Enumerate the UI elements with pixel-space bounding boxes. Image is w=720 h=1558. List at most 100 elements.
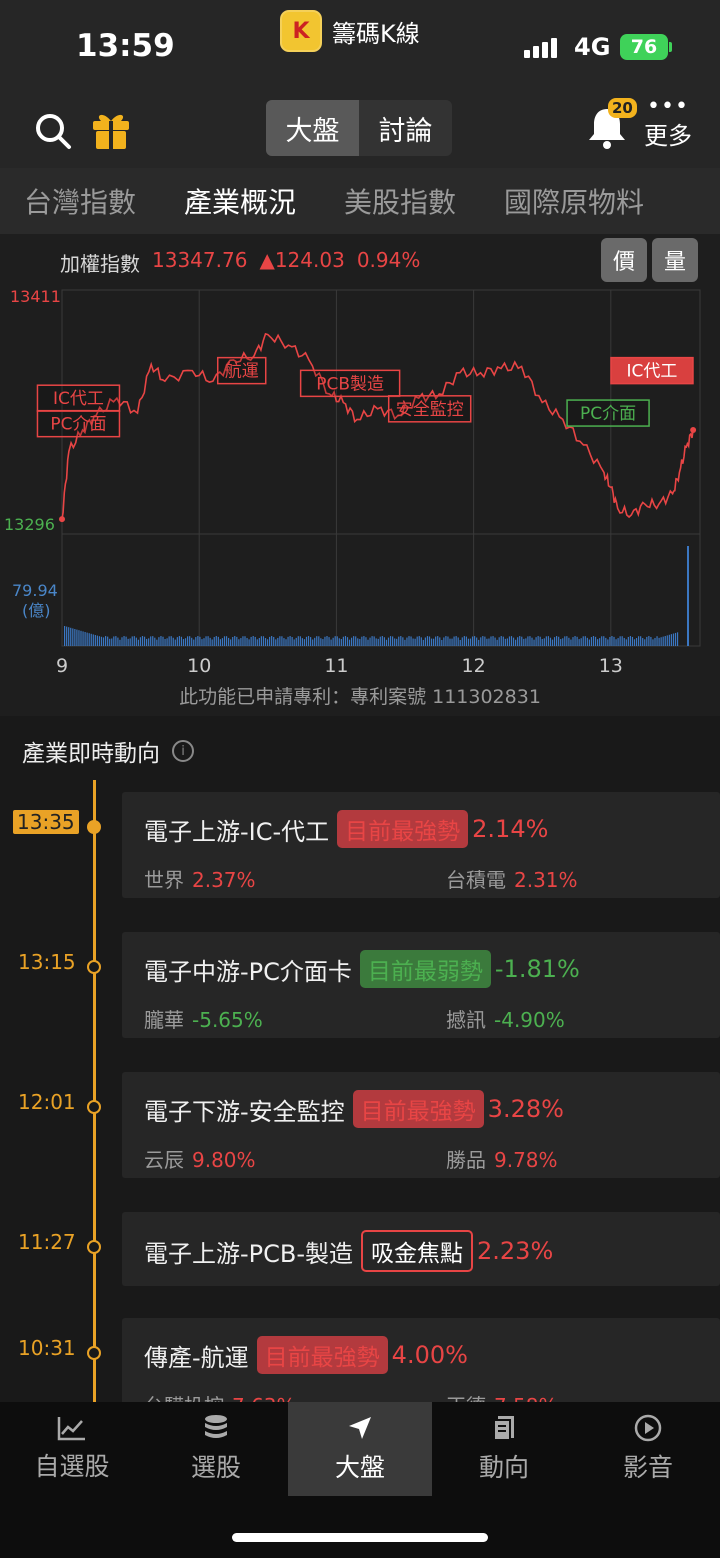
volume-bar — [535, 637, 537, 646]
volume-bar — [424, 637, 426, 646]
bottom-tab-label: 影音 — [622, 1453, 673, 1482]
stock-2[interactable]: 正德 7.58% — [446, 1390, 558, 1402]
volume-bar — [72, 628, 74, 646]
volume-bar — [363, 636, 365, 646]
volume-bar — [195, 637, 197, 646]
category-tabs: 台灣指數 產業概況 美股指數 國際原物料 — [0, 168, 720, 234]
volume-bar — [209, 637, 211, 646]
volume-bar — [215, 636, 217, 646]
volume-bar — [316, 636, 318, 646]
app-indicator: K 籌碼K線 — [280, 10, 420, 52]
volume-bar — [168, 636, 170, 646]
volume-bar — [94, 635, 96, 646]
volume-bar — [422, 639, 424, 646]
volume-bar — [430, 638, 433, 646]
tab-commodities[interactable]: 國際原物料 — [504, 181, 644, 221]
bottom-tab-video[interactable]: 影音 — [576, 1402, 720, 1496]
volume-bar — [471, 636, 474, 646]
top-navbar: 大盤 討論 20 ••• 更多 — [0, 90, 720, 168]
volume-bar — [517, 637, 519, 646]
app-name: 籌碼K線 — [332, 19, 420, 48]
volume-bar — [588, 639, 590, 646]
annotation-label: IC代工 — [53, 389, 104, 409]
volume-bar — [248, 639, 250, 646]
event-percent: -1.81% — [494, 955, 580, 983]
industry-feed: 產業即時動向 i 13:35 電子上游-IC-代工 目前最強勢 2.14% 世界 2.37… — [0, 716, 720, 1402]
stock-2[interactable]: 撼訊 -4.90% — [446, 1004, 565, 1033]
bottom-tab-trend[interactable]: 動向 — [432, 1402, 576, 1496]
volume-bar — [178, 636, 180, 646]
stock-2[interactable]: 勝品 9.78% — [446, 1144, 558, 1173]
volume-bar — [621, 636, 623, 646]
event-card[interactable]: 電子上游-IC-代工 目前最強勢 2.14% 世界 2.37% 台積電 2.31% — [122, 792, 720, 898]
volume-bar — [445, 636, 447, 646]
volume-bar — [459, 639, 461, 646]
volume-bar — [533, 639, 535, 646]
volume-bar — [510, 636, 513, 646]
volume-bar — [367, 639, 369, 646]
info-icon[interactable]: i — [172, 740, 194, 762]
volume-bar — [635, 638, 638, 646]
event-tag: 目前最強勢 — [352, 1090, 484, 1128]
event-card[interactable]: 電子中游-PC介面卡 目前最弱勢 -1.81% 朧華 -5.65% 撼訊 -4.90% — [122, 932, 720, 1038]
bottom-tab-market[interactable]: 大盤 — [288, 1402, 432, 1496]
volume-bar — [102, 637, 105, 646]
volume-bar — [492, 636, 494, 646]
bottom-tab-screener[interactable]: 選股 — [144, 1402, 288, 1496]
tab-taiwan-index[interactable]: 台灣指數 — [24, 181, 136, 221]
search-icon[interactable] — [32, 110, 74, 152]
stock-1[interactable]: 云辰 9.80% — [144, 1144, 256, 1173]
stock-1[interactable]: 朧華 -5.65% — [144, 1004, 263, 1033]
event-card[interactable]: 傳產-航運目前最強勢4.00% 台驊投控 7.63% 正德 7.58% — [122, 1318, 720, 1402]
volume-bar — [340, 639, 342, 646]
volume-bar — [580, 638, 582, 646]
volume-bar — [88, 633, 90, 646]
volume-bar — [545, 636, 547, 646]
event-title-row: 電子上游-IC-代工 目前最強勢 2.14% — [144, 810, 548, 848]
volume-bar — [474, 636, 476, 646]
tab-us-index[interactable]: 美股指數 — [344, 181, 456, 221]
volume-bar — [299, 636, 301, 646]
volume-bar — [457, 637, 459, 646]
stock-1[interactable]: 世界 2.37% — [144, 864, 256, 893]
timeline-dot — [87, 1346, 101, 1360]
event-card[interactable]: 電子下游-安全監控 目前最強勢 3.28% 云辰 9.80% 勝品 9.78% — [122, 1072, 720, 1178]
y-high-label: 13411 — [10, 287, 61, 306]
volume-bar — [553, 637, 556, 646]
volume-bar — [611, 636, 613, 646]
volume-bar — [225, 636, 228, 646]
volume-bar — [638, 636, 640, 646]
volume-bar — [312, 639, 314, 646]
volume-bar — [74, 629, 76, 646]
tab-industry-overview[interactable]: 產業概況 — [184, 181, 296, 221]
event-card[interactable]: 電子上游-PCB-製造 吸金焦點 2.23% — [122, 1212, 720, 1286]
seg-market[interactable]: 大盤 — [266, 100, 359, 156]
stock-2[interactable]: 台積電 2.31% — [446, 864, 578, 893]
volume-bar — [437, 636, 439, 646]
volume-bar — [414, 638, 416, 646]
more-button[interactable]: ••• 更多 — [640, 96, 696, 151]
volume-bar — [269, 636, 271, 646]
volume-bar — [252, 636, 254, 646]
volume-bar — [418, 636, 420, 646]
volume-bar — [258, 637, 260, 646]
volume-bar — [172, 637, 174, 646]
stock-1[interactable]: 台驊投控 7.63% — [144, 1390, 296, 1402]
timeline-dot — [87, 820, 101, 834]
seg-discussion[interactable]: 討論 — [359, 100, 452, 156]
volume-bar — [129, 638, 131, 646]
volume-bar — [578, 639, 580, 646]
volume-bar — [332, 637, 334, 646]
event-tag: 目前最強勢 — [337, 810, 469, 848]
gift-icon[interactable] — [88, 106, 134, 152]
volume-bar — [266, 639, 269, 646]
volume-bar — [377, 638, 379, 646]
notification-button[interactable]: 20 — [586, 98, 637, 154]
volume-bar — [385, 639, 388, 646]
bottom-tab-watchlist[interactable]: 自選股 — [0, 1402, 144, 1496]
volume-bar — [242, 636, 244, 646]
volume-bar — [652, 639, 654, 646]
volume-bar — [508, 636, 511, 646]
bottom-tab-bar: 自選股 選股 大盤 動向 影音 — [0, 1402, 720, 1558]
volume-bar — [84, 632, 86, 646]
